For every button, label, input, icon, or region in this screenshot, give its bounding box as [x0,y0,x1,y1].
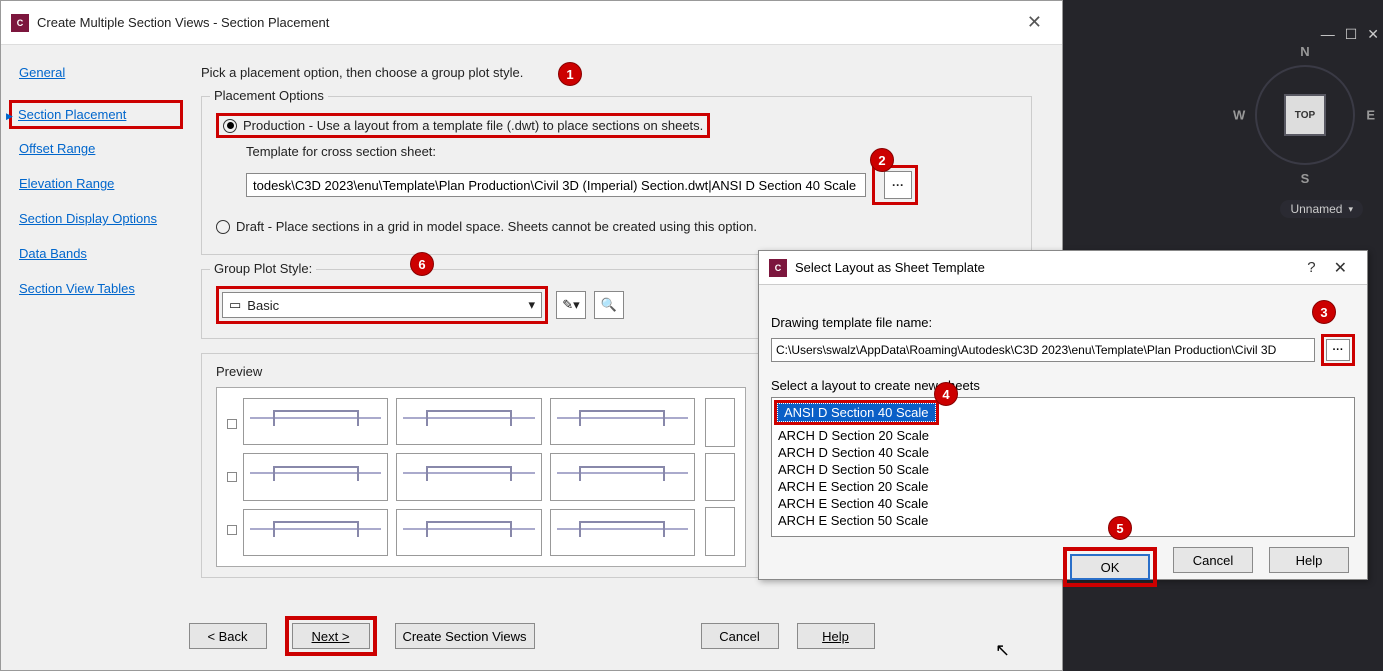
template-path-input[interactable] [246,173,866,197]
context-help-button[interactable]: ? [1299,257,1323,278]
back-button[interactable]: < Back [189,623,267,649]
preview-thumb [396,398,541,445]
list-item[interactable]: ARCH E Section 50 Scale [772,512,1354,529]
draft-radio-label: Draft - Place sections in a grid in mode… [236,219,757,234]
create-section-views-button[interactable]: Create Section Views [395,623,535,649]
production-radio[interactable] [223,119,237,133]
sidebar-item-section-display-options[interactable]: Section Display Options [9,211,183,226]
template-browse-button[interactable]: ··· [884,171,912,199]
style-preview-button[interactable]: 🔍 [594,291,624,319]
annotation-badge-3: 3 [1312,300,1336,324]
compass-w[interactable]: W [1233,108,1245,123]
maximize-icon[interactable]: ☐ [1345,26,1358,43]
group-plot-style-label: Group Plot Style: [210,261,316,276]
app-icon: C [11,14,29,32]
placement-options-fieldset: Placement Options Production - Use a lay… [201,96,1032,255]
preview-thumb [550,398,695,445]
ok-button[interactable]: OK [1070,554,1150,580]
preview-thumb [396,509,541,556]
app-icon: C [769,259,787,277]
list-item[interactable]: ARCH D Section 50 Scale [772,461,1354,478]
template-label: Template for cross section sheet: [246,144,1017,159]
draft-radio[interactable] [216,220,230,234]
cancel-button[interactable]: Cancel [701,623,779,649]
sheet-help-button[interactable]: Help [1269,547,1349,573]
chevron-down-icon: ▾ [528,297,535,313]
preview-thumb [243,453,388,500]
dialog-title: Create Multiple Section Views - Section … [37,15,329,30]
annotation-badge-5: 5 [1108,516,1132,540]
placement-options-label: Placement Options [210,88,328,103]
sidebar-item-offset-range[interactable]: Offset Range [9,141,183,156]
compass-n[interactable]: N [1300,44,1309,59]
sheet-close-button[interactable]: ✕ [1324,256,1357,280]
sheet-dialog-title: Select Layout as Sheet Template [795,260,985,275]
production-radio-label: Production - Use a layout from a templat… [243,118,703,133]
group-plot-style-select[interactable]: ▭Basic ▾ [222,292,542,318]
file-browse-button[interactable]: ··· [1326,339,1350,361]
close-icon[interactable]: ✕ [1367,26,1379,43]
viewcube[interactable]: TOP N S E W [1245,50,1365,180]
list-item[interactable]: ANSI D Section 40 Scale [777,403,936,422]
compass-e[interactable]: E [1366,108,1375,123]
list-item[interactable]: ARCH E Section 20 Scale [772,478,1354,495]
layout-select-label: Select a layout to create new sheets [771,378,1355,393]
annotation-badge-4: 4 [934,382,958,406]
sheet-cancel-button[interactable]: Cancel [1173,547,1253,573]
preview-thumb [550,509,695,556]
help-button[interactable]: Help [797,623,875,649]
preview-thumb [243,509,388,556]
compass-s[interactable]: S [1301,171,1310,186]
annotation-badge-1: 1 [558,62,582,86]
preview-thumb [243,398,388,445]
template-file-input[interactable] [771,338,1315,362]
sidebar-item-section-placement[interactable]: Section Placement [9,100,183,129]
preview-canvas [216,387,746,567]
minimize-icon[interactable]: — [1321,26,1335,43]
wizard-button-row: < Back Next > Create Section Views Cance… [1,616,1062,656]
titlebar: C Create Multiple Section Views - Sectio… [1,1,1062,45]
layout-listbox[interactable]: ANSI D Section 40 Scale ARCH D Section 2… [771,397,1355,537]
ucs-tag[interactable]: Unnamed [1280,200,1363,218]
sheet-titlebar: C Select Layout as Sheet Template ? ✕ [759,251,1367,285]
sidebar-item-data-bands[interactable]: Data Bands [9,246,183,261]
list-item[interactable]: ARCH D Section 20 Scale [772,427,1354,444]
sidebar-item-elevation-range[interactable]: Elevation Range [9,176,183,191]
preview-thumb [396,453,541,500]
cursor-icon: ↖ [995,640,1010,661]
annotation-badge-6: 6 [410,252,434,276]
select-layout-dialog: C Select Layout as Sheet Template ? ✕ Dr… [758,250,1368,580]
file-name-label: Drawing template file name: [771,315,1355,330]
sidebar-item-general[interactable]: General [9,65,183,80]
production-radio-row[interactable]: Production - Use a layout from a templat… [216,113,1017,138]
wizard-sidebar: General Section Placement Offset Range E… [1,45,191,615]
style-edit-button[interactable]: ✎▾ [556,291,586,319]
list-item[interactable]: ARCH E Section 40 Scale [772,495,1354,512]
draft-radio-row[interactable]: Draft - Place sections in a grid in mode… [216,219,1017,234]
sidebar-item-section-view-tables[interactable]: Section View Tables [9,281,183,296]
style-icon: ▭ [229,297,241,313]
next-button[interactable]: Next > [292,623,370,649]
preview-thumb [550,453,695,500]
window-controls: — ☐ ✕ [1321,26,1379,43]
instruction-text: Pick a placement option, then choose a g… [201,65,1032,80]
list-item[interactable]: ARCH D Section 40 Scale [772,444,1354,461]
close-button[interactable]: ✕ [1017,8,1052,37]
compass-ring [1255,65,1355,165]
annotation-badge-2: 2 [870,148,894,172]
